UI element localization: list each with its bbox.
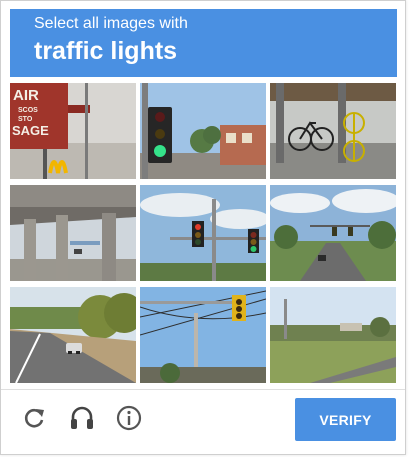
image-tile-3[interactable] — [270, 83, 396, 179]
sign-text-1: AIR — [13, 87, 39, 104]
audio-challenge-button[interactable] — [67, 403, 97, 433]
image-tile-8[interactable] — [140, 287, 266, 383]
captcha-widget: Select all images with traffic lights AI… — [0, 0, 406, 455]
tile-image-bicycles — [270, 83, 396, 179]
image-tile-6[interactable] — [270, 185, 396, 281]
reload-icon — [24, 408, 44, 428]
tile-image-power-lines — [140, 287, 266, 383]
sign-text-2: SCOS — [18, 107, 38, 114]
image-tile-1[interactable]: AIR SCOS STO SAGE — [10, 83, 136, 179]
headphones-icon — [71, 406, 93, 429]
image-tile-7[interactable] — [10, 287, 136, 383]
info-button[interactable] — [114, 403, 144, 433]
traffic-light-icon — [332, 227, 337, 236]
verify-button[interactable]: VERIFY — [295, 398, 396, 441]
image-grid: AIR SCOS STO SAGE — [10, 83, 397, 385]
image-tile-4[interactable] — [10, 185, 136, 281]
info-icon — [116, 405, 142, 431]
challenge-header: Select all images with traffic lights — [10, 9, 397, 77]
sign-text-3: STO — [18, 116, 33, 123]
tile-image-road-lights — [270, 185, 396, 281]
reload-button[interactable] — [19, 403, 49, 433]
footer-divider — [1, 389, 405, 390]
image-tile-9[interactable] — [270, 287, 396, 383]
challenge-instruction: Select all images with — [34, 15, 188, 32]
tile-image-overpass — [10, 185, 136, 281]
tile-image-field — [270, 287, 396, 383]
tile-image-rural-road — [10, 287, 136, 383]
image-tile-5[interactable] — [140, 185, 266, 281]
image-tile-2[interactable] — [140, 83, 266, 179]
tile-image-sign: AIR SCOS STO SAGE — [10, 83, 136, 179]
tile-image-pole-lights — [140, 185, 266, 281]
tile-image-traffic-light — [140, 83, 266, 179]
challenge-target: traffic lights — [34, 37, 178, 65]
sign-text-4: SAGE — [12, 123, 49, 138]
